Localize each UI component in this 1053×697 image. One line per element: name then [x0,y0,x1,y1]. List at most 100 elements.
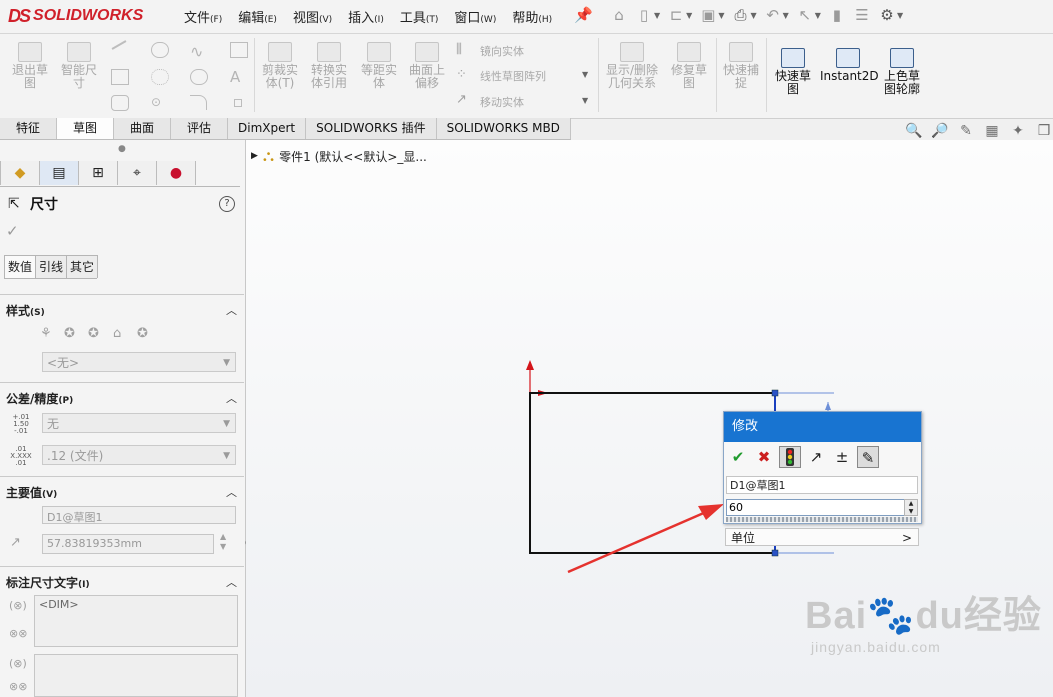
chevron-down-icon[interactable]: ▼ [897,11,903,20]
value-spinner[interactable]: ▲ ▼ [220,532,226,552]
select-cursor-icon[interactable]: ↖ [796,5,814,25]
convert-entities-button[interactable]: 转换实 体引用 [305,42,353,90]
dimension-text-link-icon[interactable]: ⊗⊗ [9,680,27,693]
tolerance-section-header[interactable]: 公差/精度(P) [6,390,73,407]
tab-evaluate[interactable]: 评估 [171,118,228,139]
rebuild-icon[interactable]: ▮ [828,5,846,25]
polygon-icon[interactable] [151,69,169,85]
undo-icon[interactable]: ↶ [764,5,782,25]
value-spin-buttons[interactable]: ▲ ▼ [904,499,918,516]
configuration-manager-tab[interactable]: ⊞ [79,161,118,185]
circle-icon[interactable] [151,42,169,58]
help-icon[interactable]: ? [219,196,235,212]
chevron-down-icon[interactable]: ▼ [686,11,692,20]
thumbwheel[interactable] [726,517,918,522]
section-view-icon[interactable]: ▦ [982,123,1002,141]
save-style-icon[interactable]: ⌂ [113,326,121,341]
dimension-value-input[interactable] [726,499,906,516]
new-document-icon[interactable]: ▯ [635,5,653,25]
home-icon[interactable]: ⌂ [610,5,628,25]
trim-entities-button[interactable]: 剪裁实 体(T) [258,42,302,90]
mark-dimension-to-import-icon[interactable]: ✎ [857,446,879,468]
subtab-leaders[interactable]: 引线 [35,255,68,278]
file-properties-icon[interactable]: ☰ [853,5,871,25]
instant2d-button[interactable]: Instant2D [820,48,879,83]
display-delete-relations-button[interactable]: 显示/删除 几何关系 [602,42,662,90]
chevron-down-icon[interactable]: ▼ [750,11,756,20]
dimension-text-box[interactable]: <DIM> [34,595,238,647]
dimension-text-link-icon[interactable]: ⊗⊗ [9,627,27,640]
mirror-entities-button[interactable]: 镜向实体 [480,43,524,59]
reset-spin-increment-icon[interactable]: ↗ [805,446,827,468]
dimension-text-section-header[interactable]: 标注尺寸文字(I) [6,574,90,591]
tab-features[interactable]: 特征 [0,118,57,139]
reverse-sense-icon[interactable]: ± [831,446,853,468]
chevron-up-icon[interactable]: ︿ [226,302,237,318]
linear-pattern-button[interactable]: 线性草图阵列 [480,68,546,84]
primary-value-field[interactable]: 57.83819353mm [42,534,214,554]
modify-dialog-title[interactable]: 修改 [724,412,921,442]
chevron-down-icon[interactable]: ▼ [582,70,588,79]
chevron-up-icon[interactable]: ︿ [226,484,237,500]
slot-icon[interactable] [111,95,129,111]
menu-edit[interactable]: 编辑(E) [230,7,285,26]
rebuild-traffic-light-icon[interactable] [779,446,801,468]
quick-snaps-button[interactable]: 快速捕 捉 [718,42,764,90]
exit-sketch-button[interactable]: 退出草 图 [8,42,52,90]
display-manager-tab[interactable]: ● [157,161,196,185]
offset-on-surface-button[interactable]: 曲面上 偏移 [404,42,450,90]
gear-icon[interactable]: ⚙ [878,5,896,25]
line-icon[interactable] [111,40,127,50]
ok-check-icon[interactable]: ✓ [6,222,19,240]
ellipse-icon[interactable] [190,69,208,85]
chevron-down-icon[interactable]: ▼ [718,11,724,20]
chevron-up-icon[interactable]: ︿ [226,574,237,590]
apply-default-style-icon[interactable]: ⚘ [40,326,52,341]
units-flyout[interactable]: 单位 > [725,528,919,546]
tab-solidworks-mbd[interactable]: SOLIDWORKS MBD [436,118,571,139]
fillet-icon[interactable] [190,95,207,110]
text-icon[interactable]: A [230,68,246,86]
load-style-icon[interactable]: ✪ [137,326,148,341]
panel-grip[interactable]: ● [118,144,126,154]
sketch-point[interactable] [771,549,779,557]
move-entities-button[interactable]: 移动实体 [480,94,524,110]
save-icon[interactable]: ▣ [699,5,717,25]
offset-entities-button[interactable]: 等距实 体 [356,42,402,90]
dimension-name-field[interactable]: D1@草图1 [726,476,918,494]
construction-geometry-icon[interactable] [234,99,242,107]
dimension-text-box-lower[interactable] [34,654,238,697]
menu-help[interactable]: 帮助(H) [504,7,560,26]
repair-sketch-button[interactable]: 修复草 图 [666,42,712,90]
menu-file[interactable]: 文件(F) [176,7,230,26]
primary-dimension-name[interactable]: D1@草图1 [42,506,236,524]
tab-surfaces[interactable]: 曲面 [114,118,171,139]
style-dropdown[interactable]: <无> ▼ [42,352,236,372]
precision-dropdown[interactable]: .12 (文件) ▼ [42,445,236,465]
zoom-to-area-icon[interactable]: 🔎 [930,123,950,141]
rapid-sketch-button[interactable]: 快速草 图 [770,48,816,96]
tab-solidworks-addins[interactable]: SOLIDWORKS 插件 [306,118,437,139]
rectangle-icon[interactable] [111,69,129,85]
open-folder-icon[interactable]: ⊏ [667,5,685,25]
point-icon[interactable]: ⊙ [151,95,167,109]
shaded-sketch-contours-button[interactable]: 上色草 图轮廓 [878,48,926,96]
chevron-down-icon[interactable]: ▼ [815,11,821,20]
subtab-other[interactable]: 其它 [66,255,99,278]
cancel-x-icon[interactable]: ✖ [753,446,775,468]
save-check-icon[interactable]: ✔ [727,446,749,468]
spline-icon[interactable]: ∿ [190,42,206,61]
menu-window[interactable]: 窗口(W) [446,7,504,26]
dimxpert-manager-tab[interactable]: ⌖ [118,161,157,185]
sketch-point[interactable] [771,389,779,397]
feature-manager-tab[interactable]: ◆ [0,161,40,185]
solidworks-logo[interactable]: DS SOLIDWORKS [8,4,143,28]
plane-icon[interactable] [230,42,248,58]
chevron-up-icon[interactable]: ︿ [226,390,237,406]
chevron-down-icon[interactable]: ▼ [783,11,789,20]
chevron-down-icon[interactable]: ▼ [582,96,588,105]
property-manager-tab[interactable]: ▤ [40,161,79,185]
smart-dimension-button[interactable]: 智能尺 寸 [56,42,102,90]
view-orientation-icon[interactable]: ❒ [1034,123,1053,141]
chevron-down-icon[interactable]: ▼ [654,11,660,20]
